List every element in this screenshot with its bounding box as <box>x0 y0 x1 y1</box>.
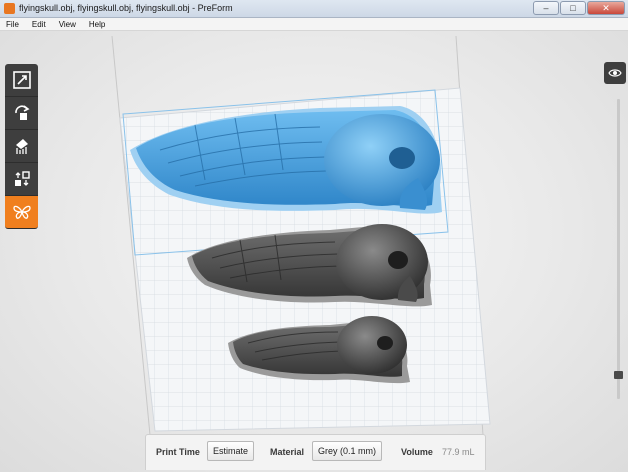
maximize-button[interactable]: □ <box>560 1 586 15</box>
title-bar: flyingskull.obj, flyingskull.obj, flying… <box>0 0 628 18</box>
scale-tool-button[interactable] <box>5 64 38 97</box>
window-title: flyingskull.obj, flyingskull.obj, flying… <box>19 3 233 13</box>
material-label: Material <box>270 447 305 457</box>
rotate-icon <box>14 105 30 120</box>
left-toolbar <box>5 64 38 229</box>
window-controls: – □ ✕ <box>533 1 625 16</box>
preform-app-icon <box>4 3 15 14</box>
viewport-3d[interactable] <box>0 31 628 472</box>
supports-icon <box>15 139 28 154</box>
menu-view[interactable]: View <box>59 20 76 29</box>
print-time-label: Print Time <box>156 447 200 457</box>
print-scene[interactable] <box>0 31 628 472</box>
volume-label: Volume <box>401 447 433 457</box>
layer-slider-track[interactable] <box>617 99 620 399</box>
butterfly-icon <box>12 205 31 219</box>
butterfly-tool-button[interactable] <box>5 196 38 229</box>
job-info-bar: Print Time Estimate Material Grey (0.1 m… <box>145 434 486 470</box>
menu-help[interactable]: Help <box>89 20 105 29</box>
estimate-button[interactable]: Estimate <box>207 441 255 461</box>
menu-file[interactable]: File <box>6 20 19 29</box>
close-button[interactable]: ✕ <box>587 1 625 15</box>
material-select[interactable]: Grey (0.1 mm) <box>312 441 383 461</box>
volume-value: 77.9 mL <box>442 447 475 457</box>
layout-icon <box>14 171 30 186</box>
layout-tool-button[interactable] <box>5 163 38 196</box>
menu-bar: File Edit View Help <box>0 18 628 31</box>
view-toggle-button[interactable] <box>604 62 626 84</box>
supports-tool-button[interactable] <box>5 130 38 163</box>
eye-cube-icon <box>608 69 622 77</box>
orientation-tool-button[interactable] <box>5 97 38 130</box>
menu-edit[interactable]: Edit <box>32 20 46 29</box>
scale-icon <box>12 71 31 89</box>
minimize-button[interactable]: – <box>533 1 559 15</box>
layer-slider-handle[interactable] <box>614 371 623 379</box>
